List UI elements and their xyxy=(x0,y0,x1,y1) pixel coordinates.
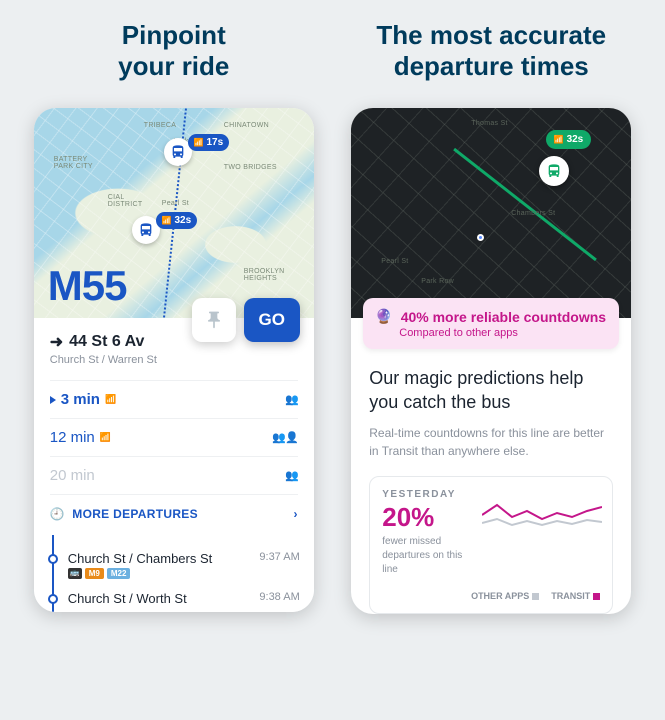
headline-left: Pinpointyour ride xyxy=(118,20,229,82)
crowd-icon: 👥 xyxy=(285,393,298,406)
stop-row[interactable]: Church St / Chambers St 🚌 M9 M22 9:37 AM xyxy=(48,545,300,585)
clock-icon: 🕘 xyxy=(50,507,65,521)
direction-icon: ➜ xyxy=(50,332,63,352)
more-departures[interactable]: 🕘 MORE DEPARTURES › xyxy=(50,494,298,529)
departure-card: ➜ 44 St 6 Av Church St / Warren St 3 min… xyxy=(34,318,314,537)
chevron-right-icon: › xyxy=(293,507,297,521)
departure-row[interactable]: 20 min 👥 xyxy=(50,456,298,494)
bus-pin-1[interactable]: 📶 17s xyxy=(164,138,229,166)
phone-right: Thomas St Chambers St Pearl St Park Row … xyxy=(351,108,631,614)
map-right[interactable]: Thomas St Chambers St Pearl St Park Row … xyxy=(351,108,631,318)
map-left[interactable]: TRIBECA CHINATOWN York BATTERY PARK CITY… xyxy=(34,108,314,318)
departure-row[interactable]: 12 min📶 👥👤 xyxy=(50,418,298,456)
body-text: Real-time countdowns for this line are b… xyxy=(369,424,613,460)
pin-button[interactable] xyxy=(192,298,236,342)
live-icon: 📶 xyxy=(105,394,116,405)
stat-box: YESTERDAY 20% fewer missed departures on… xyxy=(369,476,613,614)
crowd-icon: 👥 xyxy=(285,469,298,482)
bus-icon: 🚌 xyxy=(68,568,82,579)
bus-pin-2[interactable]: 📶 32s xyxy=(132,216,197,244)
departure-row[interactable]: 3 min📶 👥 xyxy=(50,380,298,418)
bus-badge-green: 📶32s xyxy=(546,130,592,149)
crowd-icon: 👥👤 xyxy=(272,431,297,444)
headline-right: The most accuratedeparture times xyxy=(376,20,606,82)
go-button[interactable]: GO xyxy=(244,298,300,342)
sparkline xyxy=(482,497,602,537)
body-heading: Our magic predictions help you catch the… xyxy=(369,367,613,414)
play-icon xyxy=(50,396,56,404)
phone-left: TRIBECA CHINATOWN York BATTERY PARK CITY… xyxy=(34,108,314,612)
stop-row[interactable]: Church St / Worth St 9:38 AM xyxy=(48,585,300,612)
route-label: M55 xyxy=(48,262,127,310)
crystal-ball-icon: 🔮 xyxy=(375,308,392,325)
reliability-banner: 🔮40% more reliable countdowns Compared t… xyxy=(363,298,619,349)
live-icon: 📶 xyxy=(100,432,111,443)
